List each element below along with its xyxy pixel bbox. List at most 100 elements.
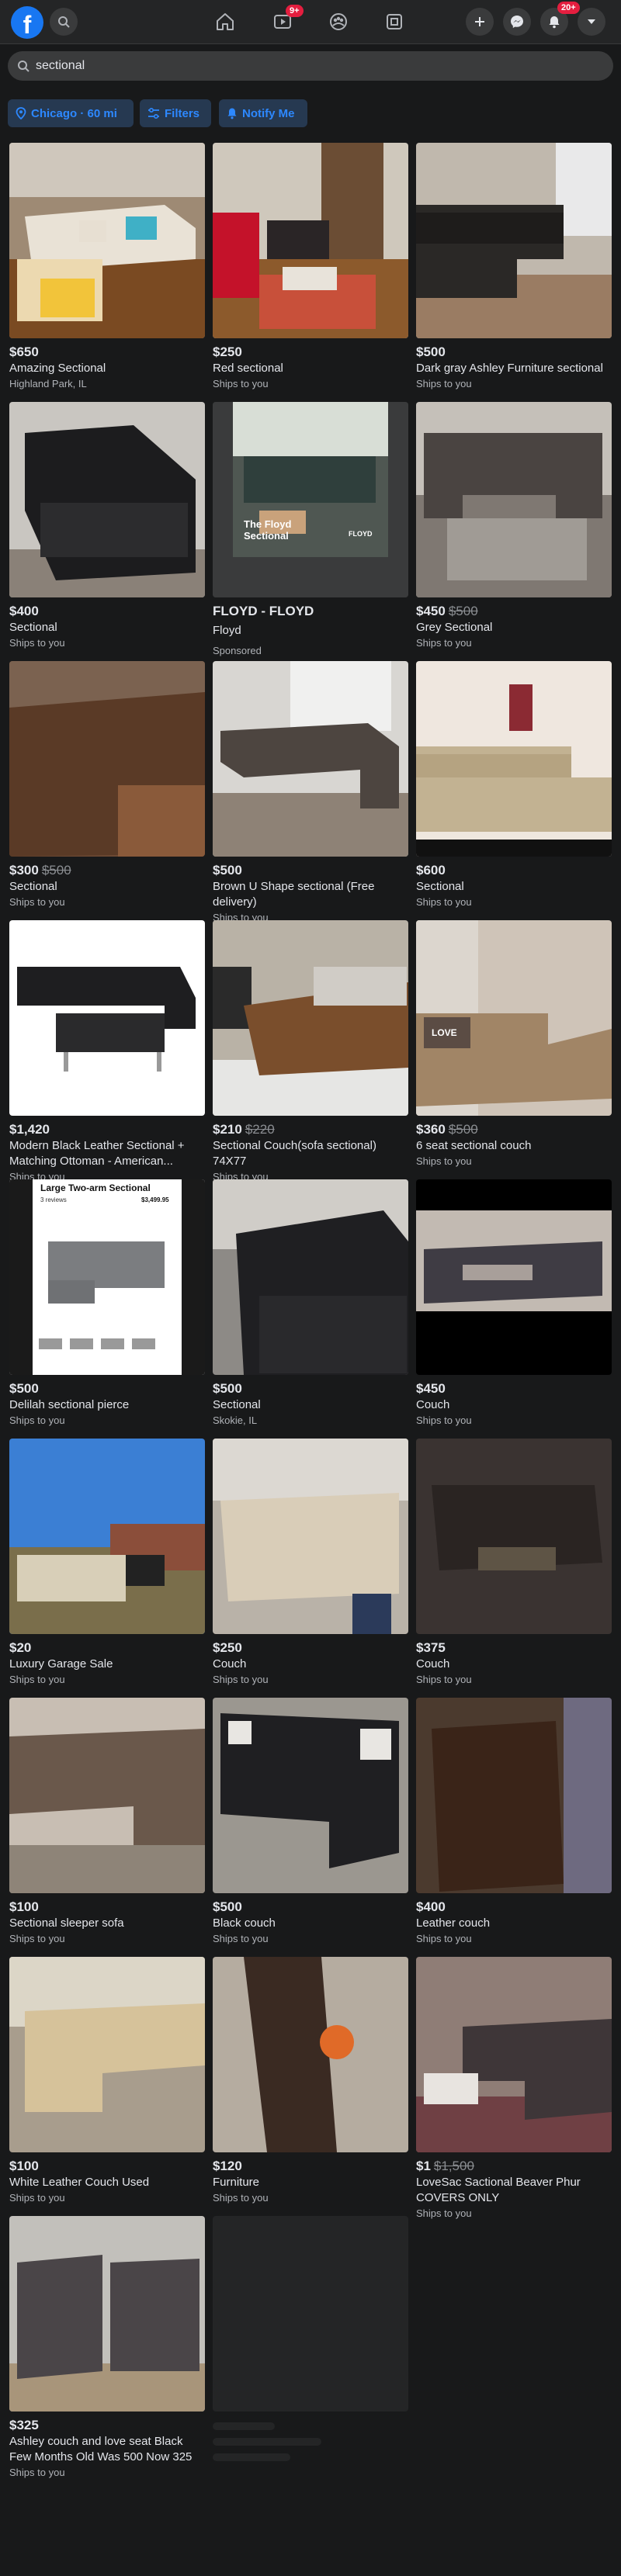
facebook-logo-text: f [23, 11, 32, 39]
messenger-button[interactable] [503, 8, 531, 36]
groups-tab[interactable] [323, 6, 354, 37]
listing-title: Ashley couch and love seat Black Few Mon… [9, 2435, 193, 2463]
listing-card[interactable]: $500 Black couch Ships to you [213, 1698, 408, 1957]
listing-image-reviews: 3 reviews [40, 1196, 67, 1203]
sponsored-card[interactable]: The Floyd Sectional FLOYD FLOYD - FLOYD … [213, 402, 408, 661]
bell-icon [549, 16, 560, 29]
listing-location: Ships to you [213, 1674, 269, 1685]
filters-button[interactable]: Filters [140, 99, 211, 127]
listing-photo [213, 1957, 408, 2152]
listing-card[interactable]: $450 $500 Grey Sectional Ships to you [416, 402, 612, 661]
placeholder-line [213, 2453, 290, 2461]
listing-original-price: $500 [448, 604, 478, 618]
listing-price: $250 [213, 1640, 242, 1655]
listing-card[interactable]: $100 White Leather Couch Used Ships to y… [9, 1957, 205, 2216]
listing-card[interactable]: $210 $220 Sectional Couch(sofa sectional)… [213, 920, 408, 1182]
listing-title: Sectional [9, 621, 57, 634]
listing-card[interactable]: LOVE $360 $500 6 seat sectional couch Shi… [416, 920, 612, 1179]
listing-card[interactable]: $500 Dark gray Ashley Furniture sectiona… [416, 143, 612, 402]
location-filter-button[interactable]: Chicago · 60 mi [8, 99, 134, 127]
sponsored-image-brand: FLOYD [349, 530, 373, 538]
listing-card[interactable]: $1,420 Modern Black Leather Sectional + … [9, 920, 205, 1182]
listing-card[interactable]: $250 Red sectional Ships to you [213, 143, 408, 402]
notify-me-button[interactable]: Notify Me [219, 99, 307, 127]
listing-location: Ships to you [213, 2192, 269, 2204]
listing-image-price: $3,499.95 [141, 1196, 169, 1203]
listing-title: Couch [416, 1398, 450, 1411]
listing-card[interactable]: $600 Sectional Ships to you [416, 661, 612, 920]
listing-price: $210 $220 [213, 1122, 275, 1137]
listing-card[interactable]: Large Two-arm Sectional 3 reviews $3,499… [9, 1179, 205, 1439]
listing-card[interactable]: $120 Furniture Ships to you [213, 1957, 408, 2216]
listing-photo [213, 1698, 408, 1893]
listing-title: Amazing Sectional [9, 362, 106, 375]
listing-card[interactable]: $20 Luxury Garage Sale Ships to you [9, 1439, 205, 1698]
listing-photo [416, 661, 612, 857]
placeholder-line [213, 2422, 275, 2430]
listing-card[interactable]: $400 Sectional Ships to you [9, 402, 205, 661]
listing-photo [213, 920, 408, 1116]
video-tab[interactable]: 9+ [267, 5, 304, 37]
listing-location: Ships to you [416, 637, 472, 649]
gaming-tab[interactable] [379, 6, 410, 37]
listing-card[interactable]: $325 Ashley couch and love seat Black Fe… [9, 2216, 205, 2478]
listing-title: Sectional sleeper sofa [9, 1916, 124, 1930]
listing-location: Ships to you [213, 1933, 269, 1944]
listing-location: Ships to you [416, 896, 472, 908]
groups-icon [330, 13, 347, 30]
listing-title: Leather couch [416, 1916, 491, 1930]
listing-title: Luxury Garage Sale [9, 1657, 113, 1671]
listing-card[interactable]: $300 $500 Sectional Ships to you [9, 661, 205, 920]
listing-location: Ships to you [416, 378, 472, 390]
search-icon [18, 61, 29, 72]
listing-card[interactable]: $450 Couch Ships to you [416, 1179, 612, 1439]
create-button[interactable] [466, 8, 494, 36]
listing-title: Furniture [213, 2176, 260, 2189]
listing-photo [213, 1439, 408, 1634]
listing-photo [9, 661, 205, 857]
gaming-icon [387, 14, 402, 29]
listing-photo [9, 2216, 205, 2412]
listing-photo [416, 1179, 612, 1375]
search-button[interactable] [50, 8, 78, 36]
listing-price: $600 [416, 863, 446, 878]
listing-card[interactable]: $400 Leather couch Ships to you [416, 1698, 612, 1957]
loading-placeholder [213, 2216, 408, 2475]
listing-location: Ships to you [9, 896, 65, 908]
listing-card[interactable]: $500 Sectional Skokie, IL [213, 1179, 408, 1439]
sliders-icon [148, 108, 159, 119]
listing-title: Modern Black Leather Sectional + Matchin… [9, 1139, 185, 1168]
listing-location: Ships to you [9, 637, 65, 649]
video-badge: 9+ [286, 5, 304, 17]
listing-location: Ships to you [416, 1414, 472, 1426]
listing-card[interactable]: $1 $1,500 LoveSac Sactional Beaver Phur C… [416, 1957, 612, 2233]
listing-card[interactable]: $250 Couch Ships to you [213, 1439, 408, 1698]
marketplace-search-field[interactable]: sectional [8, 51, 613, 81]
listing-photo [9, 402, 205, 597]
listing-photo [416, 1698, 612, 1893]
listing-card[interactable]: $100 Sectional sleeper sofa Ships to you [9, 1698, 205, 1957]
listing-title: Sectional Couch(sofa sectional) 74X77 [213, 1139, 376, 1168]
listing-location: Ships to you [213, 378, 269, 390]
listing-price: $100 [9, 2159, 39, 2173]
listing-card[interactable]: $500 Brown U Shape sectional (Free deliv… [213, 661, 408, 923]
plus-icon [475, 17, 484, 26]
listing-price: $500 [416, 345, 446, 359]
home-tab[interactable] [210, 6, 241, 37]
facebook-logo[interactable]: f [11, 6, 43, 39]
listing-card[interactable]: $650 Amazing Sectional Highland Park, IL [9, 143, 205, 402]
listing-price: $360 $500 [416, 1122, 478, 1137]
listing-title: Sectional [416, 880, 464, 893]
filters-label: Filters [165, 106, 200, 120]
listing-price: $500 [213, 1381, 242, 1396]
sponsored-image-text: The Floyd Sectional [244, 518, 292, 542]
listing-price: $300 $500 [9, 863, 71, 878]
listing-card[interactable]: $375 Couch Ships to you [416, 1439, 612, 1698]
sponsored-subtitle: Floyd [213, 624, 241, 637]
listing-price: $100 [9, 1899, 39, 1914]
listing-title: LoveSac Sactional Beaver Phur COVERS ONL… [416, 2176, 581, 2204]
account-menu-button[interactable] [578, 8, 605, 36]
listing-location: Ships to you [416, 1933, 472, 1944]
listing-photo [9, 143, 205, 338]
notifications-badge: 20+ [557, 2, 580, 14]
